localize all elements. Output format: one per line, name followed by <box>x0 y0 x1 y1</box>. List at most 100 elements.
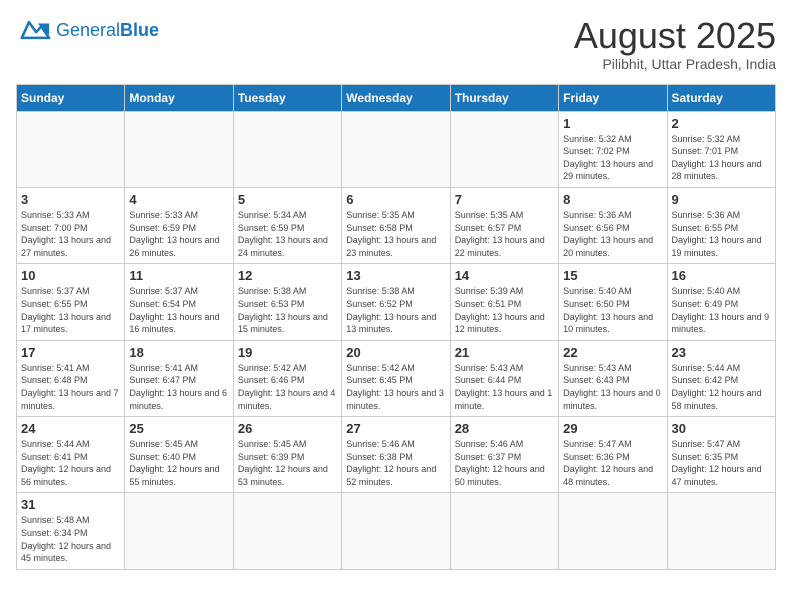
calendar-week-3: 17 Sunrise: 5:41 AM Sunset: 6:48 PM Dayli… <box>17 340 776 416</box>
calendar-cell: 28Sunrise: 5:46 AM Sunset: 6:37 PM Dayli… <box>450 417 558 493</box>
calendar-cell: 3 Sunrise: 5:33 AM Sunset: 7:00 PM Daylig… <box>17 187 125 263</box>
day-number: 16 <box>672 268 771 283</box>
calendar-cell: 31 Sunrise: 5:48 AM Sunset: 6:34 PM Dayli… <box>17 493 125 569</box>
calendar-cell <box>342 493 450 569</box>
calendar-cell: 23 Sunrise: 5:44 AM Sunset: 6:42 PM Dayli… <box>667 340 775 416</box>
calendar-cell: 27 Sunrise: 5:46 AM Sunset: 6:38 PM Dayli… <box>342 417 450 493</box>
calendar-cell <box>450 111 558 187</box>
logo: GeneralBlue <box>16 16 159 44</box>
calendar-cell: 5 Sunrise: 5:34 AM Sunset: 6:59 PM Daylig… <box>233 187 341 263</box>
day-info: Sunrise: 5:38 AM Sunset: 6:53 PM Dayligh… <box>238 285 337 335</box>
day-number: 1 <box>563 116 662 131</box>
calendar-cell: 4 Sunrise: 5:33 AM Sunset: 6:59 PM Daylig… <box>125 187 233 263</box>
day-number: 10 <box>21 268 120 283</box>
day-info: Sunrise: 5:45 AM Sunset: 6:39 PM Dayligh… <box>238 438 337 488</box>
calendar-cell: 21Sunrise: 5:43 AM Sunset: 6:44 PM Dayli… <box>450 340 558 416</box>
day-info: Sunrise: 5:43 AM Sunset: 6:44 PM Dayligh… <box>455 362 554 412</box>
calendar-cell: 22 Sunrise: 5:43 AM Sunset: 6:43 PM Dayli… <box>559 340 667 416</box>
day-number: 7 <box>455 192 554 207</box>
day-info: Sunrise: 5:42 AM Sunset: 6:46 PM Dayligh… <box>238 362 337 412</box>
calendar-cell: 26 Sunrise: 5:45 AM Sunset: 6:39 PM Dayli… <box>233 417 341 493</box>
day-number: 3 <box>21 192 120 207</box>
day-number: 2 <box>672 116 771 131</box>
day-info: Sunrise: 5:41 AM Sunset: 6:48 PM Dayligh… <box>21 362 120 412</box>
header: GeneralBlue August 2025 Pilibhit, Uttar … <box>16 16 776 72</box>
day-number: 18 <box>129 345 228 360</box>
calendar-cell <box>342 111 450 187</box>
day-number: 25 <box>129 421 228 436</box>
header-cell-friday: Friday <box>559 84 667 111</box>
day-info: Sunrise: 5:36 AM Sunset: 6:56 PM Dayligh… <box>563 209 662 259</box>
calendar-cell <box>125 493 233 569</box>
title-block: August 2025 Pilibhit, Uttar Pradesh, Ind… <box>574 16 776 72</box>
calendar-cell <box>233 111 341 187</box>
calendar-subtitle: Pilibhit, Uttar Pradesh, India <box>574 56 776 72</box>
calendar-cell: 13 Sunrise: 5:38 AM Sunset: 6:52 PM Dayli… <box>342 264 450 340</box>
calendar-cell: 16 Sunrise: 5:40 AM Sunset: 6:49 PM Dayli… <box>667 264 775 340</box>
calendar-week-5: 31 Sunrise: 5:48 AM Sunset: 6:34 PM Dayli… <box>17 493 776 569</box>
day-info: Sunrise: 5:44 AM Sunset: 6:42 PM Dayligh… <box>672 362 771 412</box>
day-number: 29 <box>563 421 662 436</box>
day-info: Sunrise: 5:33 AM Sunset: 7:00 PM Dayligh… <box>21 209 120 259</box>
day-info: Sunrise: 5:38 AM Sunset: 6:52 PM Dayligh… <box>346 285 445 335</box>
day-number: 12 <box>238 268 337 283</box>
day-info: Sunrise: 5:32 AM Sunset: 7:02 PM Dayligh… <box>563 133 662 183</box>
day-info: Sunrise: 5:45 AM Sunset: 6:40 PM Dayligh… <box>129 438 228 488</box>
day-info: Sunrise: 5:46 AM Sunset: 6:38 PM Dayligh… <box>346 438 445 488</box>
calendar-title: August 2025 <box>574 16 776 56</box>
day-info: Sunrise: 5:40 AM Sunset: 6:49 PM Dayligh… <box>672 285 771 335</box>
day-number: 19 <box>238 345 337 360</box>
day-number: 14 <box>455 268 554 283</box>
header-cell-thursday: Thursday <box>450 84 558 111</box>
calendar-cell <box>559 493 667 569</box>
day-info: Sunrise: 5:39 AM Sunset: 6:51 PM Dayligh… <box>455 285 554 335</box>
day-info: Sunrise: 5:44 AM Sunset: 6:41 PM Dayligh… <box>21 438 120 488</box>
day-number: 5 <box>238 192 337 207</box>
day-number: 23 <box>672 345 771 360</box>
day-number: 27 <box>346 421 445 436</box>
calendar-cell: 18 Sunrise: 5:41 AM Sunset: 6:47 PM Dayli… <box>125 340 233 416</box>
calendar-week-4: 24Sunrise: 5:44 AM Sunset: 6:41 PM Dayli… <box>17 417 776 493</box>
calendar-cell: 9Sunrise: 5:36 AM Sunset: 6:55 PM Daylig… <box>667 187 775 263</box>
day-number: 17 <box>21 345 120 360</box>
day-info: Sunrise: 5:33 AM Sunset: 6:59 PM Dayligh… <box>129 209 228 259</box>
calendar-cell <box>450 493 558 569</box>
day-number: 20 <box>346 345 445 360</box>
day-number: 26 <box>238 421 337 436</box>
day-info: Sunrise: 5:37 AM Sunset: 6:55 PM Dayligh… <box>21 285 120 335</box>
day-info: Sunrise: 5:48 AM Sunset: 6:34 PM Dayligh… <box>21 514 120 564</box>
header-cell-sunday: Sunday <box>17 84 125 111</box>
day-number: 28 <box>455 421 554 436</box>
calendar-cell: 30Sunrise: 5:47 AM Sunset: 6:35 PM Dayli… <box>667 417 775 493</box>
day-number: 31 <box>21 497 120 512</box>
header-cell-tuesday: Tuesday <box>233 84 341 111</box>
calendar-table: SundayMondayTuesdayWednesdayThursdayFrid… <box>16 84 776 570</box>
calendar-cell: 14 Sunrise: 5:39 AM Sunset: 6:51 PM Dayli… <box>450 264 558 340</box>
calendar-cell: 11 Sunrise: 5:37 AM Sunset: 6:54 PM Dayli… <box>125 264 233 340</box>
day-number: 4 <box>129 192 228 207</box>
logo-svg <box>16 16 52 44</box>
calendar-week-1: 3 Sunrise: 5:33 AM Sunset: 7:00 PM Daylig… <box>17 187 776 263</box>
day-number: 11 <box>129 268 228 283</box>
day-info: Sunrise: 5:40 AM Sunset: 6:50 PM Dayligh… <box>563 285 662 335</box>
day-info: Sunrise: 5:43 AM Sunset: 6:43 PM Dayligh… <box>563 362 662 412</box>
day-number: 9 <box>672 192 771 207</box>
calendar-cell: 6Sunrise: 5:35 AM Sunset: 6:58 PM Daylig… <box>342 187 450 263</box>
logo-text: GeneralBlue <box>56 21 159 39</box>
calendar-body: 1 Sunrise: 5:32 AM Sunset: 7:02 PM Daylig… <box>17 111 776 569</box>
day-info: Sunrise: 5:35 AM Sunset: 6:57 PM Dayligh… <box>455 209 554 259</box>
calendar-week-2: 10 Sunrise: 5:37 AM Sunset: 6:55 PM Dayli… <box>17 264 776 340</box>
day-info: Sunrise: 5:37 AM Sunset: 6:54 PM Dayligh… <box>129 285 228 335</box>
calendar-cell: 8 Sunrise: 5:36 AM Sunset: 6:56 PM Daylig… <box>559 187 667 263</box>
calendar-cell: 20Sunrise: 5:42 AM Sunset: 6:45 PM Dayli… <box>342 340 450 416</box>
day-number: 22 <box>563 345 662 360</box>
calendar-week-0: 1 Sunrise: 5:32 AM Sunset: 7:02 PM Daylig… <box>17 111 776 187</box>
day-number: 8 <box>563 192 662 207</box>
day-info: Sunrise: 5:41 AM Sunset: 6:47 PM Dayligh… <box>129 362 228 412</box>
calendar-cell <box>667 493 775 569</box>
calendar-cell: 7 Sunrise: 5:35 AM Sunset: 6:57 PM Daylig… <box>450 187 558 263</box>
day-info: Sunrise: 5:34 AM Sunset: 6:59 PM Dayligh… <box>238 209 337 259</box>
header-cell-saturday: Saturday <box>667 84 775 111</box>
calendar-cell: 19 Sunrise: 5:42 AM Sunset: 6:46 PM Dayli… <box>233 340 341 416</box>
day-number: 13 <box>346 268 445 283</box>
